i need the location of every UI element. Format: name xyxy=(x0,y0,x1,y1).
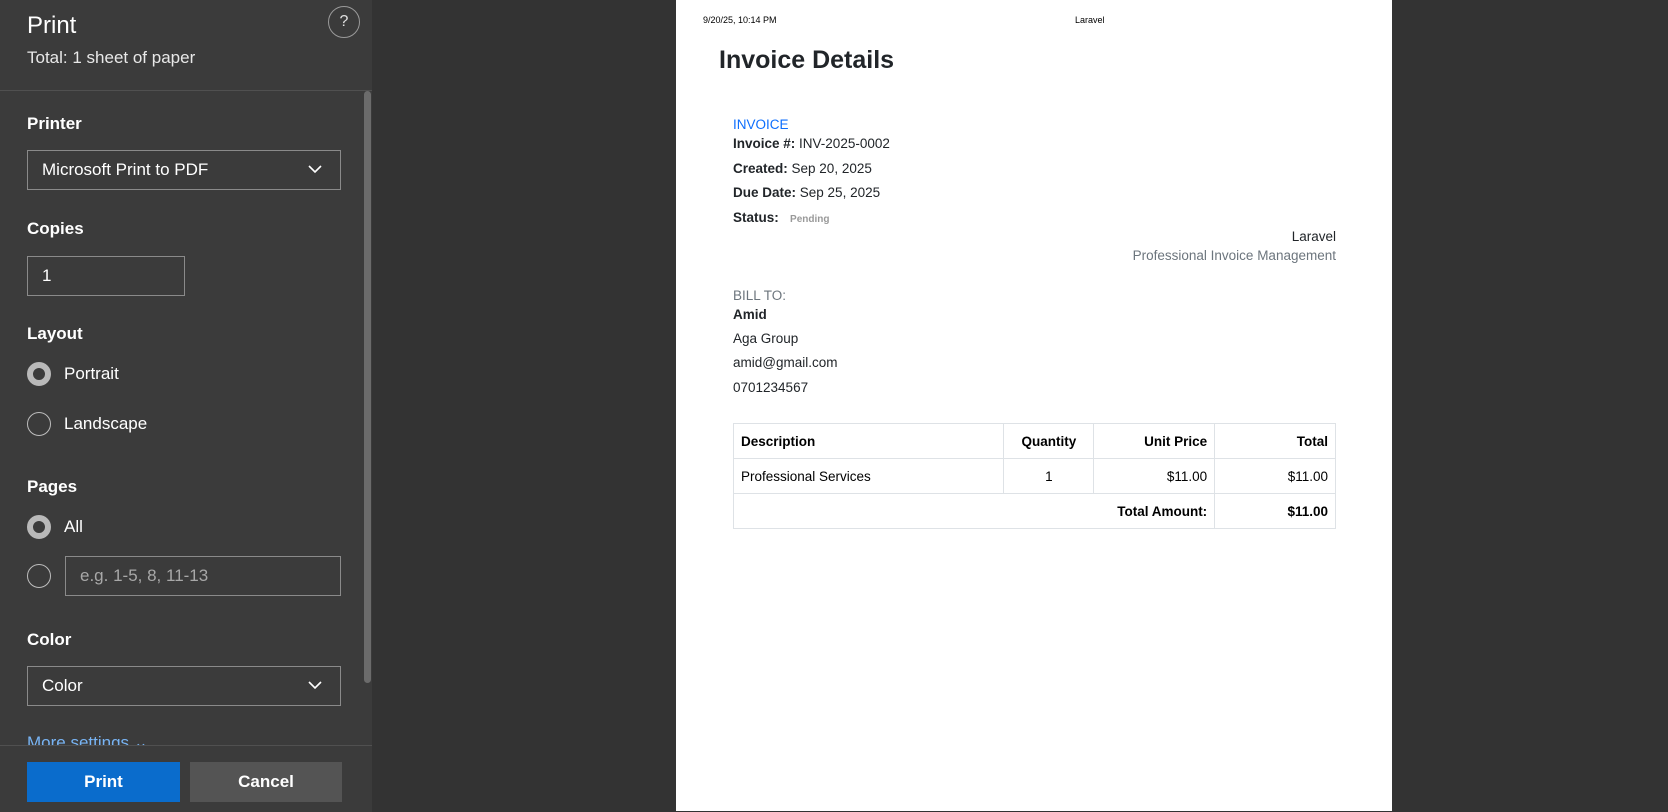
client-company: Aga Group xyxy=(733,331,799,346)
created-label: Created: xyxy=(733,161,788,176)
print-settings-panel: Print Total: 1 sheet of paper ? Printer … xyxy=(0,0,372,812)
page-title: Invoice Details xyxy=(719,46,895,74)
due-date: Sep 25, 2025 xyxy=(799,185,881,200)
chevron-down-icon xyxy=(308,681,322,690)
col-description: Description xyxy=(732,423,1005,459)
portrait-radio[interactable] xyxy=(27,362,51,386)
col-unit-price: Unit Price xyxy=(1093,423,1216,459)
cell-total: $11.00 xyxy=(1214,458,1336,494)
table-row: Professional Services 1 $11.00 $11.00 xyxy=(732,458,1336,494)
landscape-label: Landscape xyxy=(64,414,148,433)
print-date: 9/20/25, 10:14 PM xyxy=(703,15,777,25)
table-header-row: Description Quantity Unit Price Total xyxy=(732,423,1336,459)
invoice-number-line: Invoice #: INV-2025-0002 xyxy=(733,136,890,151)
portrait-label: Portrait xyxy=(64,364,119,383)
cancel-button[interactable]: Cancel xyxy=(190,762,342,802)
print-preview-page: 9/20/25, 10:14 PM Laravel Invoice Detail… xyxy=(676,0,1392,811)
col-quantity: Quantity xyxy=(1003,423,1095,459)
cell-quantity: 1 xyxy=(1003,458,1095,494)
status-badge: Pending xyxy=(790,214,830,225)
copies-input[interactable]: 1 xyxy=(27,256,185,296)
invoice-items-table: Description Quantity Unit Price Total Pr… xyxy=(732,423,1336,529)
help-button[interactable]: ? xyxy=(328,6,360,38)
help-icon: ? xyxy=(339,13,349,30)
sheet-count: Total: 1 sheet of paper xyxy=(27,48,196,67)
panel-scrollbar[interactable] xyxy=(364,91,371,683)
due-label: Due Date: xyxy=(733,185,797,200)
client-phone: 0701234567 xyxy=(733,380,809,395)
client-email: amid@gmail.com xyxy=(733,355,838,370)
printer-select[interactable]: Microsoft Print to PDF xyxy=(27,150,341,190)
company-name: Laravel xyxy=(1291,229,1336,244)
landscape-radio[interactable] xyxy=(27,412,51,436)
header-divider xyxy=(0,90,372,91)
invoice-number: INV-2025-0002 xyxy=(799,136,890,151)
printer-value: Microsoft Print to PDF xyxy=(42,160,209,179)
pages-label: Pages xyxy=(27,477,78,496)
pages-all-radio[interactable] xyxy=(27,515,51,539)
color-select[interactable]: Color xyxy=(27,666,341,706)
status-label: Status: xyxy=(733,210,779,225)
pages-all-label: All xyxy=(64,517,83,536)
client-name: Amid xyxy=(733,307,767,322)
color-value: Color xyxy=(42,676,83,695)
pages-custom-placeholder: e.g. 1-5, 8, 11-13 xyxy=(80,566,209,585)
bill-to-label: BILL TO: xyxy=(733,288,787,303)
company-tagline: Professional Invoice Management xyxy=(1132,248,1336,263)
print-site-title: Laravel xyxy=(1075,15,1105,25)
created-line: Created: Sep 20, 2025 xyxy=(733,161,872,176)
cell-unit-price: $11.00 xyxy=(1093,458,1216,494)
cell-description: Professional Services xyxy=(732,458,1005,494)
panel-title: Print xyxy=(27,12,77,39)
invoice-number-label: Invoice #: xyxy=(733,136,796,151)
print-button[interactable]: Print xyxy=(27,762,180,802)
chevron-down-icon xyxy=(308,165,322,174)
pages-custom-radio[interactable] xyxy=(27,564,51,588)
total-amount-label: Total Amount: xyxy=(732,493,1216,529)
total-amount-value: $11.00 xyxy=(1214,493,1336,529)
status-line: Status: Pending xyxy=(733,210,829,225)
color-label: Color xyxy=(27,630,72,649)
table-total-row: Total Amount: $11.00 xyxy=(732,493,1336,529)
layout-label: Layout xyxy=(27,324,83,343)
created-date: Sep 20, 2025 xyxy=(791,161,872,176)
col-total: Total xyxy=(1214,423,1336,459)
invoice-label: INVOICE xyxy=(733,117,789,132)
printer-label: Printer xyxy=(27,114,82,133)
copies-label: Copies xyxy=(27,219,84,238)
copies-value: 1 xyxy=(42,266,52,285)
pages-custom-input[interactable]: e.g. 1-5, 8, 11-13 xyxy=(65,556,341,596)
due-line: Due Date: Sep 25, 2025 xyxy=(733,185,880,200)
